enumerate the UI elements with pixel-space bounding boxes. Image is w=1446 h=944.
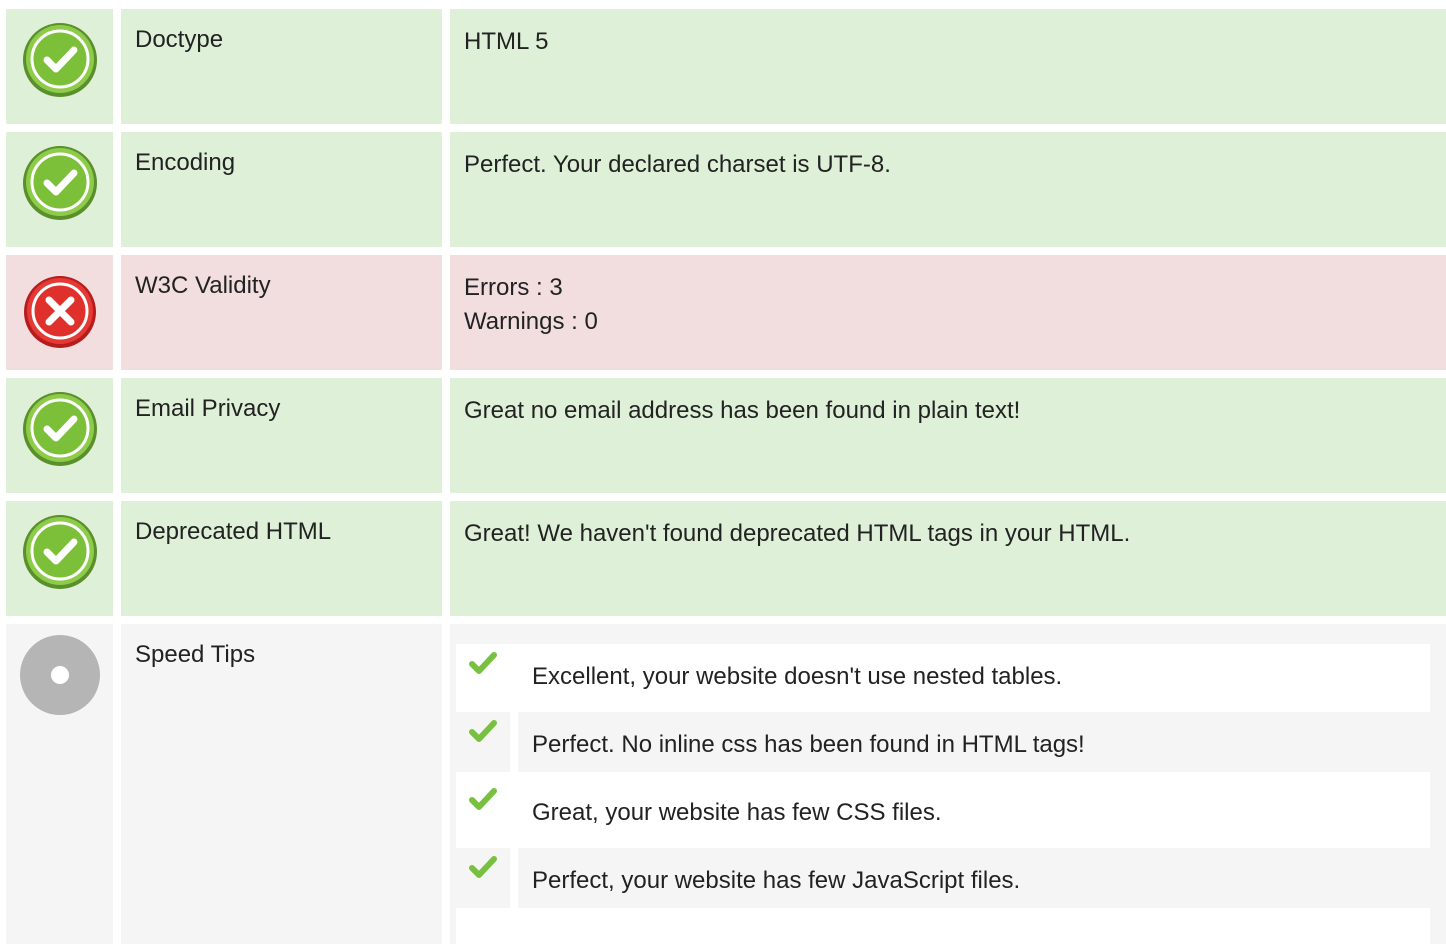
result-value: Great! We haven't found deprecated HTML … [450,501,1446,616]
check-circle-icon [22,392,97,466]
result-label: Speed Tips [121,624,442,944]
speed-tip-item: Perfect, your website has few JavaScript… [456,848,1430,908]
results-table: Doctype HTML 5 Encoding Perfect. Your de… [6,9,1446,944]
check-circle-icon [22,146,97,220]
result-label: Encoding [121,132,442,247]
result-value: Errors : 3 Warnings : 0 [450,255,1446,370]
result-label: Deprecated HTML [121,501,442,616]
result-value: HTML 5 [450,9,1446,124]
speed-tip-text: Great, your website has few CSS files. [532,799,942,826]
neutral-circle-icon [19,635,100,715]
speed-tip-item: Excellent, your website doesn't use nest… [456,644,1430,704]
status-cell [6,132,113,247]
check-circle-icon [22,23,97,97]
checkmark-icon [456,712,510,772]
result-row-doctype: Doctype HTML 5 [6,9,1446,124]
status-cell [6,501,113,616]
result-value: Excellent, your website doesn't use nest… [450,624,1446,944]
x-circle-icon [23,276,96,348]
result-label: W3C Validity [121,255,442,370]
speed-tip-item: Perfect. No inline css has been found in… [456,712,1430,772]
checkmark-icon [456,644,510,704]
result-row-deprecated-html: Deprecated HTML Great! We haven't found … [6,501,1446,616]
speed-tips-list: Excellent, your website doesn't use nest… [456,644,1430,944]
result-line: Great no email address has been found in… [464,397,1021,424]
result-line: HTML 5 [464,28,549,55]
speed-tip-item: Great, your website has few CSS files. [456,780,1430,840]
result-label: Email Privacy [121,378,442,493]
result-label: Doctype [121,9,442,124]
speed-tip-text: Perfect, your website has few JavaScript… [518,848,1430,908]
status-cell [6,255,113,370]
result-row-encoding: Encoding Perfect. Your declared charset … [6,132,1446,247]
result-row-email-privacy: Email Privacy Great no email address has… [6,378,1446,493]
checkmark-icon [456,780,510,840]
checkmark-icon [456,848,510,908]
result-value: Great no email address has been found in… [450,378,1446,493]
result-row-w3c-validity: W3C Validity Errors : 3 Warnings : 0 [6,255,1446,370]
result-value: Perfect. Your declared charset is UTF-8. [450,132,1446,247]
check-circle-icon [22,515,97,589]
result-line: Great! We haven't found deprecated HTML … [464,520,1131,547]
result-line-errors: Errors : 3 [464,274,563,301]
status-cell [6,9,113,124]
result-line-warnings: Warnings : 0 [464,308,598,335]
speed-tip-text: Excellent, your website doesn't use nest… [532,663,1063,690]
status-cell [6,378,113,493]
result-row-speed-tips: Speed Tips Excellent, your website doesn… [6,624,1446,944]
speed-tip-text: Perfect. No inline css has been found in… [518,712,1430,772]
status-cell [6,624,113,944]
result-line: Perfect. Your declared charset is UTF-8. [464,151,891,178]
